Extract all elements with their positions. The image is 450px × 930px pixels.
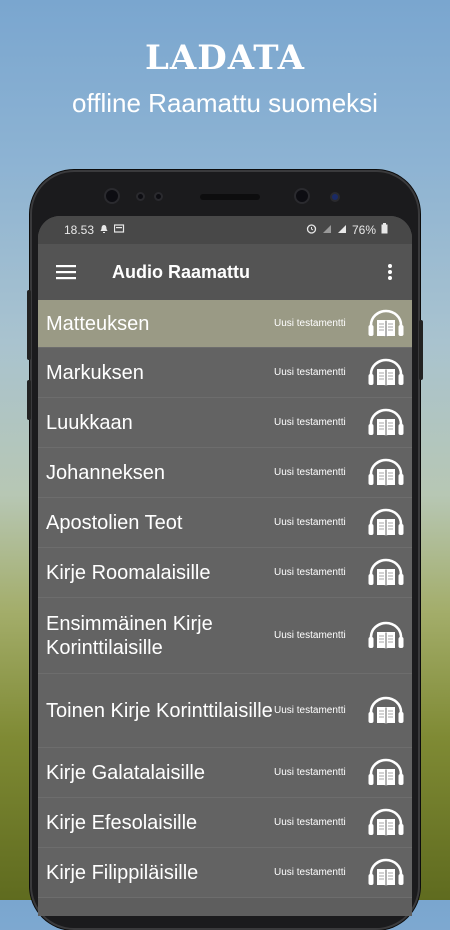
hamburger-menu-icon[interactable] (38, 264, 94, 280)
book-list-item[interactable]: Luukkaan Uusi testamentti (38, 398, 412, 448)
notification-icon (99, 223, 109, 237)
book-list-item[interactable]: Kirje Galatalaisille Uusi testamentti (38, 748, 412, 798)
testament-label: Uusi testamentti (274, 817, 346, 828)
iris-scanner (294, 188, 310, 204)
wifi-icon (322, 223, 332, 237)
testament-label: Uusi testamentti (274, 867, 346, 878)
book-name: Kirje Roomalaisille (46, 561, 211, 584)
book-list-item[interactable]: Ensimmäinen Kirje Korinttilaisille Uusi t… (38, 598, 412, 674)
testament-label: Uusi testamentti (274, 630, 346, 641)
headphones-book-icon[interactable] (366, 456, 406, 490)
sensor (154, 192, 163, 201)
book-list-item[interactable]: Kirje Roomalaisille Uusi testamentti (38, 548, 412, 598)
book-name: Kirje Filippiläisille (46, 861, 199, 884)
book-list-item[interactable]: Kirje Efesolaisille Uusi testamentti (38, 798, 412, 848)
status-time: 18.53 (64, 223, 95, 237)
bixby-button (27, 380, 31, 420)
signal-icon (337, 223, 347, 237)
headphones-book-icon[interactable] (366, 506, 406, 540)
app-toolbar: Audio Raamattu (38, 244, 412, 300)
front-camera (104, 188, 120, 204)
book-list-item[interactable]: Kirje Filippiläisille Uusi testamentti (38, 848, 412, 898)
headphones-book-icon[interactable] (366, 556, 406, 590)
app-title: Audio Raamattu (112, 261, 251, 282)
book-name: Kirje Efesolaisille (46, 811, 198, 834)
testament-label: Uusi testamentti (274, 767, 346, 778)
book-name: Johanneksen (46, 461, 165, 484)
power-button (419, 320, 423, 380)
book-list-item[interactable]: Markuksen Uusi testamentti (38, 348, 412, 398)
book-name: Ensimmäinen Kirje Korinttilaisille (46, 612, 213, 659)
headphones-book-icon[interactable] (366, 356, 406, 390)
book-list-item[interactable]: Toinen Kirje Korinttilaisille Uusi testam… (38, 674, 412, 748)
book-name: Luukkaan (46, 411, 133, 434)
sensor (136, 192, 145, 201)
book-list-item[interactable]: Matteuksen Uusi testamentti (38, 300, 412, 348)
promo-title: LADATA (144, 38, 306, 78)
book-name: Toinen Kirje Korinttilaisille (46, 699, 273, 722)
app-screen: 18.53 76% Audio Raamattu Matteuksen Uusi… (38, 216, 412, 916)
volume-button (27, 290, 31, 360)
battery-icon (381, 223, 388, 237)
headphones-book-icon[interactable] (366, 619, 406, 653)
book-name: Apostolien Teot (46, 511, 183, 534)
headphones-book-icon[interactable] (366, 856, 406, 890)
book-name: Kirje Galatalaisille (46, 761, 205, 784)
book-list: Matteuksen Uusi testamentti Markuksen Uusi … (38, 300, 412, 898)
headphones-book-icon[interactable] (366, 406, 406, 440)
more-vertical-icon[interactable] (368, 263, 412, 281)
battery-level: 76% (351, 223, 376, 237)
testament-label: Uusi testamentti (274, 567, 346, 578)
testament-label: Uusi testamentti (274, 318, 346, 329)
book-name: Markuksen (46, 361, 144, 384)
headphones-book-icon[interactable] (366, 307, 406, 341)
testament-label: Uusi testamentti (274, 517, 346, 528)
headphones-book-icon[interactable] (366, 756, 406, 790)
status-bar: 18.53 76% (38, 216, 412, 244)
testament-label: Uusi testamentti (274, 705, 346, 716)
headphones-book-icon[interactable] (366, 694, 406, 728)
book-name: Matteuksen (46, 312, 150, 335)
book-list-item[interactable]: Apostolien Teot Uusi testamentti (38, 498, 412, 548)
promo-subtitle: offline Raamattu suomeksi (72, 88, 378, 118)
testament-label: Uusi testamentti (274, 417, 346, 428)
testament-label: Uusi testamentti (274, 467, 346, 478)
message-icon (113, 223, 125, 237)
book-list-item[interactable]: Johanneksen Uusi testamentti (38, 448, 412, 498)
sensor (330, 192, 340, 202)
headphones-book-icon[interactable] (366, 806, 406, 840)
testament-label: Uusi testamentti (274, 367, 346, 378)
phone-speaker (200, 194, 260, 200)
alarm-icon (306, 223, 317, 237)
